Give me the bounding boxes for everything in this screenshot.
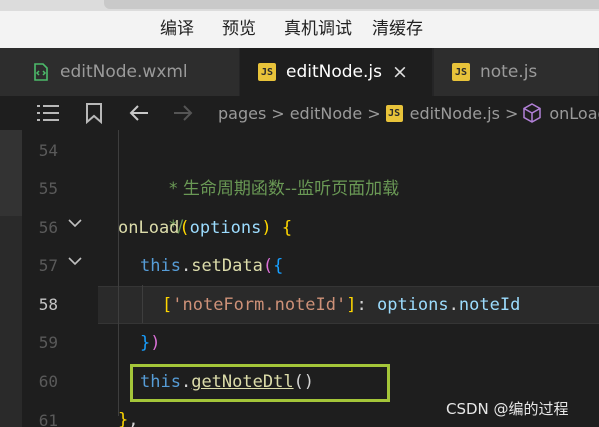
- tab-note-js[interactable]: JS note.js: [434, 48, 599, 96]
- tab-editnode-js[interactable]: JS editNode.js ×: [240, 48, 433, 96]
- code-line-58: ['noteForm.noteId']: options.noteId: [162, 286, 599, 324]
- bracket-token: ): [150, 333, 161, 353]
- compile-button[interactable]: 编译: [160, 17, 194, 41]
- forward-arrow-icon[interactable]: [172, 101, 194, 125]
- bookmark-icon[interactable]: [85, 101, 103, 125]
- line-number-gutter: 54 55 56 57 58 59 60 61: [22, 130, 98, 427]
- clear-cache-button[interactable]: 清缓存: [372, 17, 423, 41]
- editor-tab-bar: editNode.wxml JS editNode.js × JS note.j…: [0, 48, 599, 96]
- js-file-icon: JS: [452, 63, 470, 81]
- js-file-icon: JS: [385, 104, 403, 122]
- breadcrumb-item-onload[interactable]: onLoad: [523, 103, 599, 123]
- variable-token: options: [376, 295, 449, 315]
- bracket-token: (: [262, 256, 274, 276]
- code-line-57: this.setData({: [140, 247, 599, 285]
- breadcrumb-separator: >: [367, 103, 381, 123]
- bracket-token: }: [118, 410, 129, 427]
- function-name-token: onLoad: [118, 218, 180, 238]
- code-line-55: */: [128, 170, 599, 237]
- tab-label: note.js: [480, 62, 538, 82]
- breadcrumb-symbol-label: onLoad: [549, 103, 599, 123]
- line-number: 56: [38, 218, 58, 237]
- indent-guide: [118, 130, 119, 416]
- breadcrumb-item-editnode[interactable]: editNode: [290, 104, 362, 123]
- breadcrumb-file-label: editNode.js: [409, 103, 500, 123]
- punctuation-token: .: [180, 256, 192, 276]
- back-arrow-icon[interactable]: [128, 101, 150, 125]
- property-token: noteId: [458, 295, 521, 315]
- breadcrumb-separator: >: [504, 103, 519, 123]
- list-icon[interactable]: [36, 101, 60, 125]
- bracket-token: ): [261, 218, 272, 238]
- bracket-token: (: [179, 218, 190, 238]
- code-line-54: * 生命周期函数--监听页面加载: [128, 132, 599, 199]
- bracket-token: {: [273, 256, 284, 276]
- breadcrumb-item-editnode-js[interactable]: JS editNode.js: [385, 103, 500, 123]
- breadcrumb-bar: pages > editNode > JS editNode.js > onLo…: [0, 96, 599, 130]
- activity-bar-edge: [0, 48, 22, 96]
- breadcrumb: pages > editNode > JS editNode.js > onLo…: [218, 96, 599, 130]
- line-number: 60: [38, 372, 58, 391]
- annotation-highlight-box: [130, 364, 390, 402]
- string-token: 'noteForm.noteId': [172, 295, 347, 315]
- fold-chevron-down-icon[interactable]: [66, 214, 84, 232]
- activity-bar-edge: [0, 130, 22, 427]
- csdn-watermark: CSDN @编的过程: [446, 400, 569, 418]
- tab-editnode-wxml[interactable]: editNode.wxml: [22, 48, 240, 96]
- window-top-strip: [0, 0, 599, 11]
- line-number: 54: [38, 141, 58, 160]
- code-line-59: }): [140, 324, 599, 362]
- method-cube-icon: [523, 103, 542, 123]
- wxml-file-icon: [32, 63, 50, 81]
- bracket-token: }: [140, 333, 151, 353]
- preview-button[interactable]: 预览: [222, 17, 256, 41]
- line-number: 61: [38, 411, 58, 427]
- breadcrumb-item-pages[interactable]: pages: [218, 104, 266, 123]
- line-number: 59: [38, 333, 58, 352]
- bracket-token: [: [162, 295, 173, 315]
- line-number: 55: [38, 179, 58, 198]
- code-line-56: onLoad(options) {: [118, 209, 599, 247]
- punctuation-token: :: [356, 295, 377, 315]
- parameter-token: options: [189, 218, 262, 238]
- js-file-icon: JS: [258, 63, 276, 81]
- top-toolbar: 编译 预览 真机调试 清缓存: [0, 0, 599, 48]
- function-name-token: setData: [191, 256, 263, 276]
- breadcrumb-separator: >: [271, 103, 285, 123]
- fold-chevron-down-icon[interactable]: [66, 252, 84, 270]
- remote-debug-button[interactable]: 真机调试: [284, 17, 352, 41]
- tab-label: editNode.js: [286, 62, 382, 82]
- close-tab-icon[interactable]: ×: [392, 61, 408, 83]
- bracket-token: {: [271, 218, 293, 238]
- punctuation-token: ,: [128, 410, 139, 427]
- punctuation-token: .: [448, 295, 459, 315]
- tab-label: editNode.wxml: [60, 62, 188, 82]
- activity-bar-edge-shade: [0, 130, 22, 216]
- line-number: 57: [38, 256, 58, 275]
- window-title-strip: [104, 0, 599, 9]
- bracket-token: ]: [346, 295, 357, 315]
- line-number-current: 58: [38, 295, 58, 314]
- indent-guide: [142, 285, 143, 323]
- code-editor[interactable]: * 生命周期函数--监听页面加载 */ onLoad(options) { th…: [98, 130, 599, 427]
- keyword-token: this: [140, 256, 181, 276]
